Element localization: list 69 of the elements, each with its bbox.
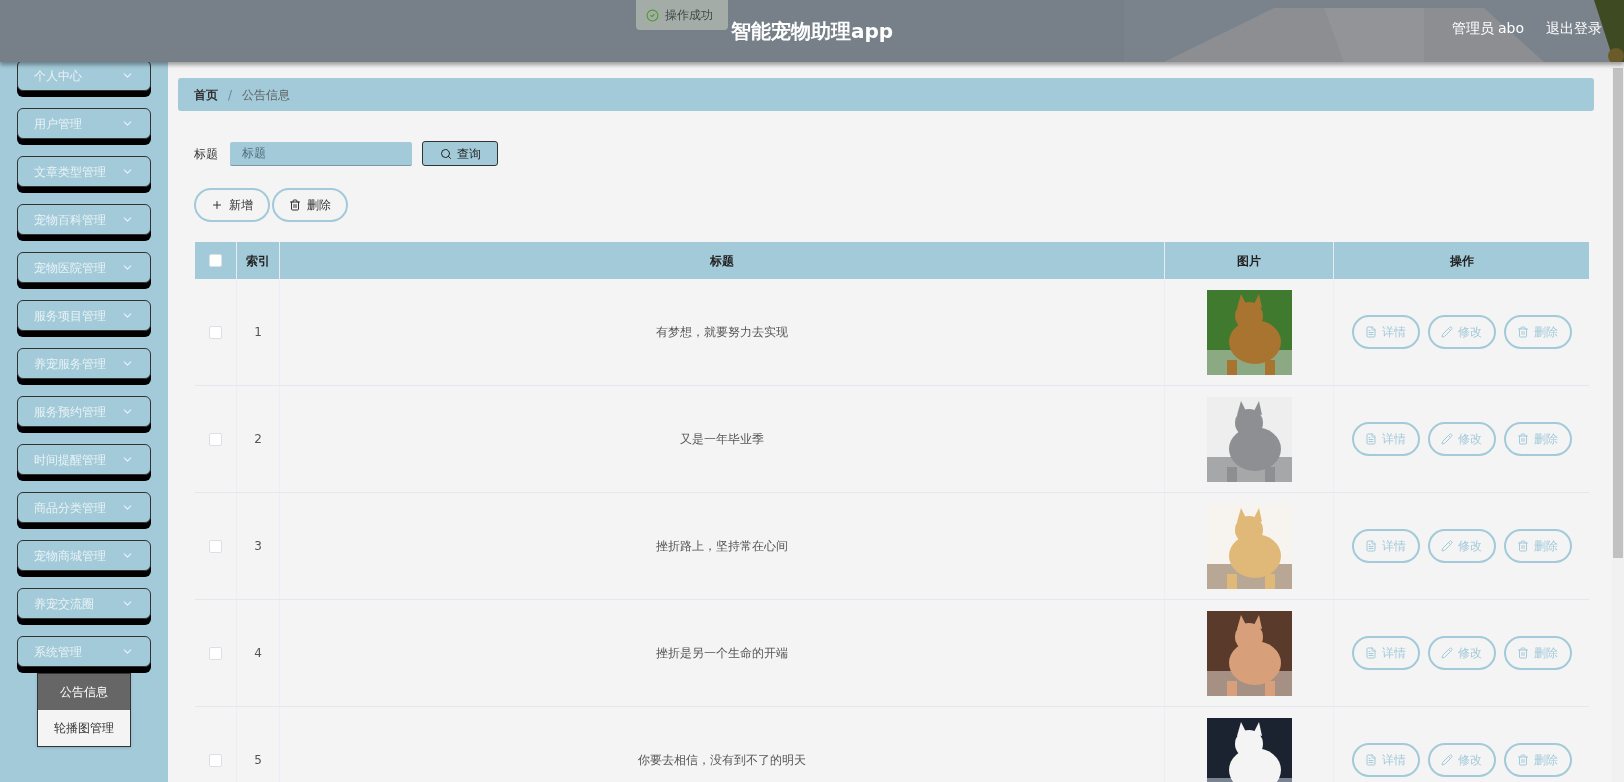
delete-button[interactable]: 删除: [1503, 529, 1572, 563]
checkbox[interactable]: [209, 254, 222, 267]
logout-link[interactable]: 退出登录: [1546, 18, 1602, 39]
pencil-icon: [1441, 433, 1453, 445]
trash-icon: [1517, 326, 1529, 338]
edit-button[interactable]: 修改: [1427, 636, 1496, 670]
submenu-item[interactable]: 轮播图管理: [38, 710, 130, 746]
details-button[interactable]: 详情: [1351, 315, 1420, 349]
pencil-icon: [1441, 326, 1453, 338]
checkbox[interactable]: [209, 646, 222, 660]
document-icon: [1365, 433, 1377, 445]
table-cell-text: 挫折是另一个生命的开端: [656, 645, 788, 662]
details-button[interactable]: 详情: [1351, 743, 1420, 777]
checkbox[interactable]: [209, 539, 222, 553]
delete-button[interactable]: 删除: [1503, 315, 1572, 349]
user-name: 管理员 abo: [1451, 19, 1524, 38]
table-cell-text: 4: [254, 645, 262, 662]
search-icon: [439, 147, 452, 160]
breadcrumb-separator: /: [228, 86, 233, 104]
scrollbar[interactable]: [1613, 68, 1623, 558]
pencil-icon: [1441, 647, 1453, 659]
document-icon: [1365, 754, 1377, 766]
table-cell-text: 1: [254, 324, 262, 341]
search-label: 标题: [194, 145, 218, 163]
edit-button[interactable]: 修改: [1427, 315, 1496, 349]
table-cell-text: 又是一年毕业季: [680, 431, 764, 448]
table-cell-text: 5: [254, 752, 262, 769]
table-cell-text: 挫折路上，坚持常在心间: [656, 538, 788, 555]
search-button[interactable]: 查询: [422, 141, 498, 166]
column-header: 标题: [710, 252, 734, 270]
details-button[interactable]: 详情: [1351, 422, 1420, 456]
checkbox[interactable]: [209, 432, 222, 446]
column-header: 操作: [1449, 252, 1474, 270]
details-button[interactable]: 详情: [1351, 529, 1420, 563]
pencil-icon: [1441, 540, 1453, 552]
column-header: 索引: [246, 252, 270, 270]
delete-button[interactable]: 删除: [272, 188, 348, 222]
checkbox[interactable]: [209, 325, 222, 339]
breadcrumb-item[interactable]: 首页: [194, 85, 218, 104]
delete-button[interactable]: 删除: [1503, 636, 1572, 670]
document-icon: [1365, 326, 1377, 338]
search-field[interactable]: 标题: [230, 141, 412, 166]
trash-icon: [289, 199, 301, 211]
document-icon: [1365, 540, 1377, 552]
checkbox[interactable]: [209, 753, 222, 767]
edit-button[interactable]: 修改: [1427, 529, 1496, 563]
details-button[interactable]: 详情: [1351, 636, 1420, 670]
app-title: 智能宠物助理app: [730, 18, 894, 45]
trash-icon: [1517, 540, 1529, 552]
add-button[interactable]: 新增: [194, 188, 270, 222]
table-cell-text: 你要去相信，没有到不了的明天: [638, 752, 806, 769]
edit-button[interactable]: 修改: [1427, 422, 1496, 456]
submenu-item[interactable]: 公告信息: [38, 674, 130, 710]
table-cell-text: 3: [254, 538, 262, 555]
trash-icon: [1517, 754, 1529, 766]
table-cell-text: 2: [254, 431, 262, 448]
trash-icon: [1517, 433, 1529, 445]
success-icon: [646, 8, 659, 22]
trash-icon: [1517, 647, 1529, 659]
column-header: 图片: [1237, 252, 1261, 270]
document-icon: [1365, 647, 1377, 659]
delete-button[interactable]: 删除: [1503, 422, 1572, 456]
edit-button[interactable]: 修改: [1427, 743, 1496, 777]
table-cell-text: 有梦想，就要努力去实现: [656, 324, 788, 341]
delete-button[interactable]: 删除: [1503, 743, 1572, 777]
toast-message: 操作成功: [665, 7, 713, 24]
breadcrumb-item: 公告信息: [242, 86, 291, 104]
pencil-icon: [1441, 754, 1453, 766]
plus-icon: [211, 199, 223, 211]
